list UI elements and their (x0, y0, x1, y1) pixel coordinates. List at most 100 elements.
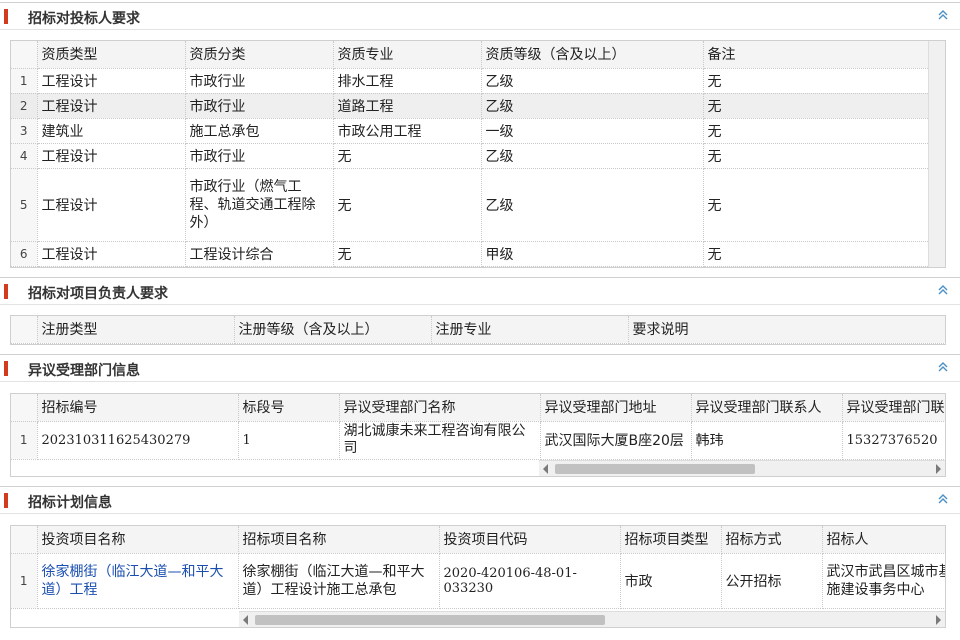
row-number: 1 (11, 553, 38, 609)
cell-section-no: 1 (238, 421, 340, 460)
cell-level: 乙级 (481, 143, 704, 169)
cell-project-type: 市政 (620, 553, 722, 609)
bidder-requirements-grid: 资质类型 资质分类 资质专业 资质等级（含及以上） 备注 1 工程设计 市政行业… (10, 40, 946, 268)
horizontal-scrollbar[interactable] (539, 460, 945, 476)
scroll-right-arrow-icon[interactable] (936, 464, 941, 474)
section-header-tender-plan: 招标计划信息 (0, 486, 960, 514)
table-row[interactable]: 1 202310311625430279 1 湖北诚康未来工程咨询有限公司 武汉… (11, 421, 945, 460)
table-header-row: 注册类型 注册等级（含及以上） 注册专业 要求说明 (11, 316, 945, 344)
table-header-row: 招标编号 标段号 异议受理部门名称 异议受理部门地址 异议受理部门联系人 异议受… (11, 394, 945, 422)
table-row[interactable]: 3 建筑业 施工总承包 市政公用工程 一级 无 (11, 118, 930, 144)
scroll-right-arrow-icon[interactable] (936, 615, 941, 625)
column-header[interactable]: 异议受理部门联系人 (691, 394, 843, 422)
scroll-left-arrow-icon[interactable] (543, 464, 548, 474)
column-header[interactable]: 招标方式 (721, 526, 823, 554)
cell-type: 建筑业 (37, 118, 186, 144)
cell-category: 市政行业 (185, 68, 334, 94)
table-header-row: 投资项目名称 招标项目名称 投资项目代码 招标项目类型 招标方式 招标人 (11, 526, 945, 554)
column-header[interactable]: 投资项目名称 (37, 526, 239, 554)
cell-type: 工程设计 (37, 93, 186, 119)
section-marker (4, 493, 8, 508)
bidder-requirements-table: 资质类型 资质分类 资质专业 资质等级（含及以上） 备注 1 工程设计 市政行业… (11, 41, 930, 267)
cell-project-name: 徐家棚街（临江大道—和平大道）工程设计施工总承包 (238, 553, 440, 609)
cell-contact: 韩玮 (691, 421, 843, 460)
row-number: 5 (11, 168, 38, 242)
table-row[interactable]: 5 工程设计 市政行业（燃气工程、轨道交通工程除外） 无 乙级 无 (11, 168, 930, 242)
table-row[interactable]: 4 工程设计 市政行业 无 乙级 无 (11, 143, 930, 169)
row-number-header (11, 394, 38, 422)
cell-note: 无 (703, 143, 930, 169)
cell-project-code: 2020-420106-48-01-033230 (439, 553, 621, 609)
row-number-header (11, 41, 38, 69)
horizontal-scrollbar[interactable] (239, 611, 945, 627)
column-header[interactable]: 资质类型 (37, 41, 186, 69)
cell-major: 无 (333, 143, 482, 169)
cell-phone: 15327376520 (842, 421, 945, 460)
double-chevron-up-icon[interactable] (936, 492, 950, 506)
table-row[interactable]: 2 工程设计 市政行业 道路工程 乙级 无 (11, 93, 930, 119)
section-header-objection-dept: 异议受理部门信息 (0, 354, 960, 382)
cell-level: 甲级 (481, 241, 704, 267)
section-marker (4, 9, 8, 24)
section-title: 招标对项目负责人要求 (28, 286, 168, 302)
column-header[interactable]: 招标编号 (37, 394, 239, 422)
column-header[interactable]: 异议受理部门联 (842, 394, 945, 422)
cell-major: 无 (333, 168, 482, 242)
cell-type: 工程设计 (37, 68, 186, 94)
column-header[interactable]: 要求说明 (628, 316, 945, 344)
cell-category: 市政行业 (185, 143, 334, 169)
column-header[interactable]: 资质分类 (185, 41, 334, 69)
cell-type: 工程设计 (37, 143, 186, 169)
row-number-header (11, 316, 38, 344)
row-number: 4 (11, 143, 38, 169)
column-header[interactable]: 招标人 (822, 526, 945, 554)
cell-level: 乙级 (481, 93, 704, 119)
vertical-scrollbar[interactable] (928, 41, 945, 267)
cell-tenderer: 武汉市武昌区城市基设施建设事务中心 (822, 553, 945, 609)
double-chevron-up-icon[interactable] (936, 360, 950, 374)
column-header[interactable]: 注册类型 (37, 316, 235, 344)
double-chevron-up-icon[interactable] (936, 8, 950, 22)
column-header[interactable]: 资质专业 (333, 41, 482, 69)
objection-dept-table: 招标编号 标段号 异议受理部门名称 异议受理部门地址 异议受理部门联系人 异议受… (11, 394, 945, 460)
objection-dept-grid: 招标编号 标段号 异议受理部门名称 异议受理部门地址 异议受理部门联系人 异议受… (10, 393, 946, 477)
cell-bid-code: 202310311625430279 (37, 421, 239, 460)
row-number: 2 (11, 93, 38, 119)
column-header[interactable]: 注册专业 (431, 316, 629, 344)
column-header[interactable]: 招标项目类型 (620, 526, 722, 554)
cell-level: 一级 (481, 118, 704, 144)
cell-tender-method: 公开招标 (721, 553, 823, 609)
table-row[interactable]: 1 徐家棚街（临江大道—和平大道）工程 徐家棚街（临江大道—和平大道）工程设计施… (11, 553, 945, 609)
tender-plan-grid: 投资项目名称 招标项目名称 投资项目代码 招标项目类型 招标方式 招标人 1 徐… (10, 525, 946, 628)
cell-level: 乙级 (481, 68, 704, 94)
column-header[interactable]: 资质等级（含及以上） (481, 41, 704, 69)
column-header[interactable]: 招标项目名称 (238, 526, 440, 554)
manager-requirements-grid: 注册类型 注册等级（含及以上） 注册专业 要求说明 (10, 315, 946, 345)
section-title: 异议受理部门信息 (28, 363, 140, 379)
column-header[interactable]: 异议受理部门名称 (339, 394, 541, 422)
cell-note: 无 (703, 68, 930, 94)
cell-major: 道路工程 (333, 93, 482, 119)
column-header[interactable]: 投资项目代码 (439, 526, 621, 554)
scrollbar-thumb[interactable] (555, 464, 755, 474)
cell-dept-address: 武汉国际大厦B座20层 (540, 421, 692, 460)
column-header[interactable]: 标段号 (238, 394, 340, 422)
invest-project-link[interactable]: 徐家棚街（临江大道—和平大道）工程 (37, 553, 239, 609)
scroll-left-arrow-icon[interactable] (243, 615, 248, 625)
section-title: 招标对投标人要求 (28, 11, 140, 27)
column-header[interactable]: 注册等级（含及以上） (234, 316, 432, 344)
cell-level: 乙级 (481, 168, 704, 242)
section-header-bidder-requirements: 招标对投标人要求 (0, 2, 960, 30)
table-row[interactable]: 1 工程设计 市政行业 排水工程 乙级 无 (11, 68, 930, 94)
row-number: 3 (11, 118, 38, 144)
cell-category: 市政行业（燃气工程、轨道交通工程除外） (185, 168, 334, 242)
table-row[interactable]: 6 工程设计 工程设计综合 无 甲级 无 (11, 241, 930, 267)
column-header[interactable]: 备注 (703, 41, 930, 69)
column-header[interactable]: 异议受理部门地址 (540, 394, 692, 422)
scrollbar-thumb[interactable] (255, 615, 605, 625)
double-chevron-up-icon[interactable] (936, 283, 950, 297)
row-number: 1 (11, 68, 38, 94)
table-header-row: 资质类型 资质分类 资质专业 资质等级（含及以上） 备注 (11, 41, 930, 69)
section-header-manager-requirements: 招标对项目负责人要求 (0, 277, 960, 305)
row-number: 6 (11, 241, 38, 267)
